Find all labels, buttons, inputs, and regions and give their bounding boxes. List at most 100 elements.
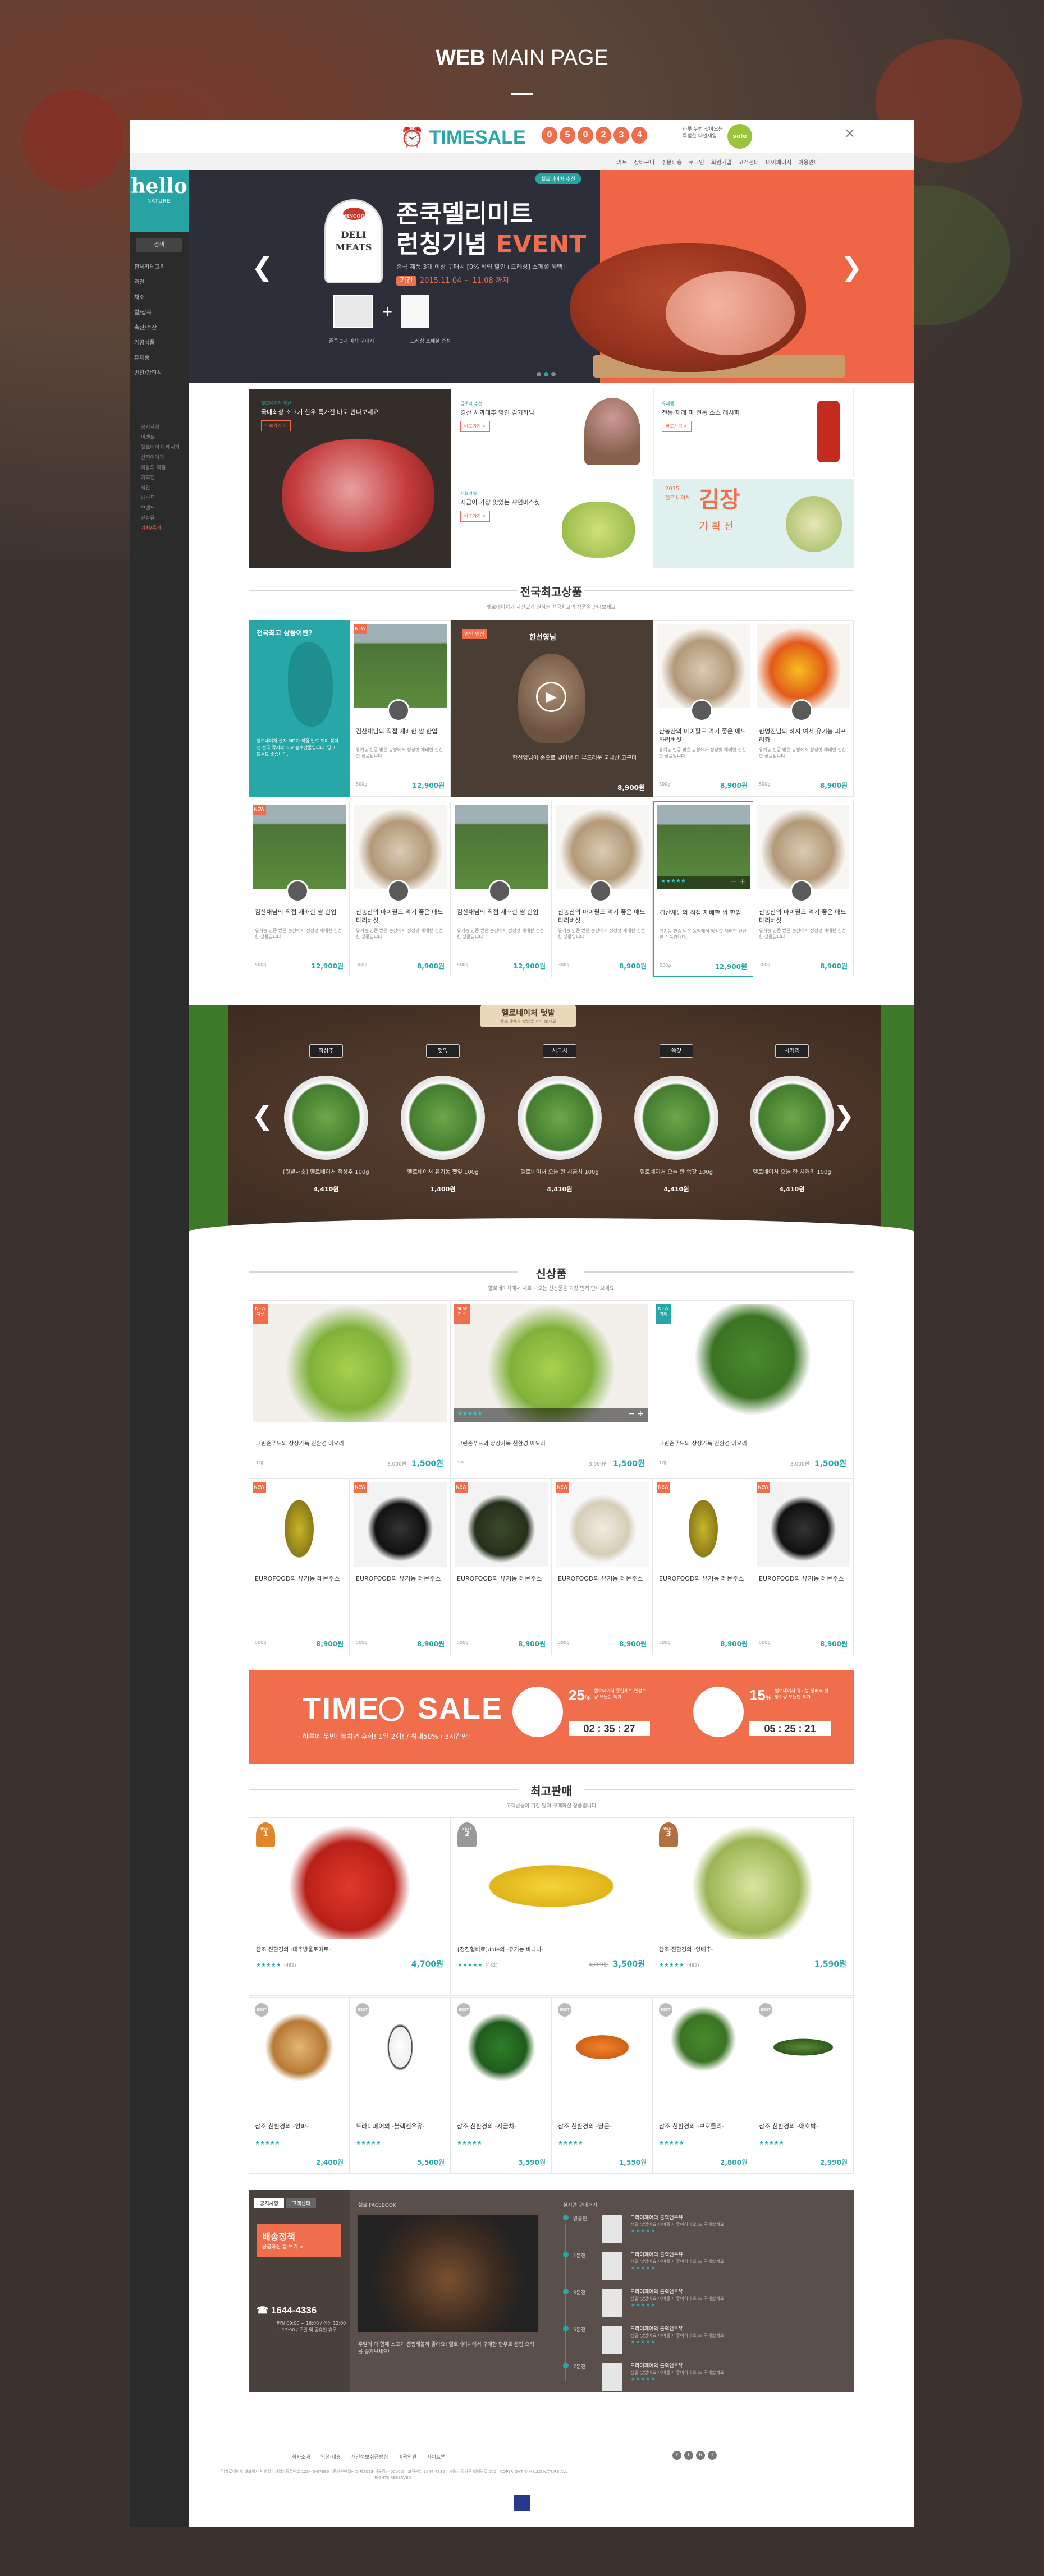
pagination-dot[interactable] [544, 372, 548, 376]
pagination-dot[interactable] [537, 372, 541, 376]
pagination-dot[interactable] [551, 372, 556, 376]
product-card[interactable]: NEW EUROFOOD의 유기농 레몬주스 500g 8,900원 [653, 1478, 754, 1655]
sidebar-item[interactable]: 쌀/잡곡 [134, 305, 187, 320]
util-link[interactable]: 주문배송 [661, 158, 682, 166]
new-product-card[interactable]: NEW 기획 그린존푸드의 상상가득 친환경 아오리 1개 3,000원 1,5… [652, 1300, 854, 1477]
sidebar-subitem[interactable]: 헬로네이처 레시피 [141, 443, 186, 453]
hero-next-arrow[interactable]: ❯ [841, 254, 863, 280]
review-row[interactable]: 방금전 드라이페어의 블랙앤우유 정말 맛있어요 아이들이 좋아하네요 또 구매할게… [563, 2215, 844, 2247]
facebook-feed[interactable]: 헬로 FACEBOOK 주말에 다 함께 소고기 캠핑해볼까 좋아요! 헬로네이… [358, 2201, 538, 2381]
footer-link[interactable]: 개인정보취급방침 [351, 2453, 388, 2460]
sidebar-item[interactable]: 과일 [134, 275, 187, 290]
card-quick-tools[interactable]: ★★★★★ − + [657, 876, 750, 889]
product-card[interactable]: NEW EUROFOOD의 유기농 레몬주스 500g 8,900원 [451, 1478, 552, 1655]
timesale-item[interactable]: 25% 헬로네이처 종합세트 한정수량 오늘만 특가 02 : 35 : 27 [512, 1687, 650, 1748]
twitter-icon[interactable]: t [684, 2451, 693, 2460]
timesale-item[interactable]: 15% 헬로네이처 유기농 양배추 한정수량 오늘만 특가 05 : 25 : … [693, 1687, 831, 1748]
sidebar-item[interactable]: 가공식품 [134, 336, 187, 351]
blog-icon[interactable]: b [696, 2451, 705, 2460]
review-row[interactable]: 5분전 드라이페어의 블랙앤우유 정말 맛있어요 아이들이 좋아하네요 또 구매할게… [563, 2326, 844, 2358]
promo-kimjang[interactable]: 2015 헬로 네이처 김장 기 획 전 [653, 479, 854, 568]
promo-grapes[interactable]: 제철과일 지금이 가장 맛있는 샤인머스켓 바로가기 > [452, 479, 652, 568]
promo-farmer[interactable]: 금주의 추천 경산 사과대추 명인 김기하님 바로가기 > [452, 389, 652, 477]
product-card[interactable]: 한명진님의 하지 여서 유기농 파프리카 유기농 인증 받은 농장에서 정성껏 … [753, 620, 854, 797]
sidebar-item[interactable]: 반찬/간편식 [134, 366, 187, 381]
timesale-product-icon[interactable]: sale [727, 124, 752, 149]
util-link[interactable]: 로그인 [689, 158, 704, 166]
sidebar-subitem[interactable]: 신상품 [141, 513, 186, 524]
close-icon[interactable]: × [844, 125, 855, 141]
sidebar-search-button[interactable]: 검색 [136, 238, 182, 252]
video-card[interactable]: 명인 영상 한선영님 ▶ 한선영님이 손으로 빚어낸 더 부드러운 국내산 고구… [451, 620, 653, 797]
product-card[interactable]: 산농산의 마이필드 먹기 좋은 애느타리버섯 유기농 인증 받은 농장에서 정성… [552, 801, 653, 977]
product-card[interactable]: NEW EUROFOOD의 유기농 레몬주스 500g 8,900원 [350, 1478, 451, 1655]
sidebar-item[interactable]: 전체카테고리 [134, 260, 187, 275]
util-link[interactable]: 회원가입 [711, 158, 732, 166]
util-link[interactable]: 마이페이지 [766, 158, 791, 166]
promo-beef[interactable]: 헬로네이처 축산 국내최상 소고기 한우 특가전 바로 만나보세요 바로가기 > [249, 389, 451, 568]
review-row[interactable]: 7분전 드라이페어의 블랙앤우유 정말 맛있어요 아이들이 좋아하네요 또 구매할게… [563, 2363, 844, 2395]
quantity-stepper[interactable]: − + [628, 1409, 644, 1418]
delivery-policy-button[interactable]: 배송정책 궁금하신 점 보기 > [257, 2224, 341, 2257]
timesale-bar[interactable]: ⏰ TIMESALE 0 5 0 2 3 4 하루 두번 찾아오는 특별한 타임… [130, 120, 914, 153]
sidebar-subitem[interactable]: 이벤트 [141, 433, 186, 443]
instagram-icon[interactable]: i [708, 2451, 717, 2460]
product-card[interactable]: NEW 김산채님의 직접 재배한 쌈 한입 유기농 인증 받은 농장에서 정성껏… [249, 801, 350, 977]
garden-next-arrow[interactable]: ❯ [833, 1100, 855, 1131]
sidebar-subitem[interactable]: 브랜드 [141, 503, 186, 513]
product-card[interactable]: BEST 참조 친환경의 -양파- ★★★★★ 2,400원 [249, 1997, 350, 2174]
site-logo[interactable]: hello NATURE [130, 170, 189, 232]
promo-more-link[interactable]: 바로가기 > [460, 421, 490, 432]
util-link[interactable]: 고객센터 [738, 158, 759, 166]
product-card[interactable]: 김산채님의 직접 재배한 쌈 한입 유기농 인증 받은 농장에서 정성껏 재배한… [451, 801, 552, 977]
product-card[interactable]: BEST 참조 친환경의 -브로콜리- ★★★★★ 2,800원 [653, 1997, 754, 2174]
sidebar-subitem[interactable]: 기획/특가 [141, 524, 186, 534]
sidebar-subitem[interactable]: 식단 [141, 483, 186, 493]
product-card[interactable]: BEST 참조 친환경의 -애호박- ★★★★★ 2,990원 [753, 1997, 854, 2174]
product-card[interactable]: NEW EUROFOOD의 유기농 레몬주스 500g 8,900원 [249, 1478, 350, 1655]
review-row[interactable]: 3분전 드라이페어의 블랙앤우유 정말 맛있어요 아이들이 좋아하네요 또 구매할게… [563, 2289, 844, 2321]
sidebar-subitem[interactable]: 이달의 제철 [141, 463, 186, 473]
product-card[interactable]: 산농산의 마이필드 먹기 좋은 애느타리버섯 유기농 인증 받은 농장에서 정성… [753, 801, 854, 977]
product-card-selected[interactable]: ★★★★★ − + 김산채님의 직접 재배한 쌈 한입 유기농 인증 받은 농장에… [653, 801, 754, 977]
product-card[interactable]: 산농산의 마이필드 먹기 좋은 애느타리버섯 유기농 인증 받은 농장에서 정성… [653, 620, 754, 797]
util-link[interactable]: 이용안내 [798, 158, 819, 166]
product-card[interactable]: BEST 참조 친환경의 -시금치- ★★★★★ 3,590원 [451, 1997, 552, 2174]
footer-link[interactable]: 사이트맵 [427, 2453, 445, 2460]
quantity-stepper[interactable]: − + [730, 877, 746, 886]
product-card[interactable]: NEW 김산채님의 직접 재배한 쌈 한입 유기농 인증 받은 농장에서 정성껏… [350, 620, 451, 797]
new-product-card[interactable]: NEW 하루 그린존푸드의 상상가득 친환경 아오리 1개 3,000원 1,5… [249, 1300, 451, 1477]
sidebar-subitem[interactable]: 기획전 [141, 473, 186, 483]
best-product-card[interactable]: BEST 1 참조 친환경의 -대추방울토마토- ★★★★★ (482) 4,70… [249, 1817, 451, 1996]
best-product-card[interactable]: BEST 3 참조 친환경의 -양배추- ★★★★★ (482) 1,590원 [652, 1817, 854, 1996]
info-card[interactable]: 전국최고 상품이란? 헬로네이처 산지 MD가 직접 발로 뛰며 찾아낸 전국 … [249, 620, 350, 797]
product-card[interactable]: BEST 드라이페어의 -블랙앤우유- ★★★★★ 5,500원 [350, 1997, 451, 2174]
util-link[interactable]: 카트 [617, 158, 627, 166]
product-card[interactable]: NEW EUROFOOD의 유기농 레몬주스 500g 8,900원 [753, 1478, 854, 1655]
facebook-icon[interactable]: f [672, 2451, 681, 2460]
sidebar-item[interactable]: 채소 [134, 290, 187, 305]
util-link[interactable]: 장바구니 [634, 158, 654, 166]
garden-prev-arrow[interactable]: ❮ [251, 1100, 273, 1131]
footer-link[interactable]: 이용약관 [398, 2453, 416, 2460]
promo-more-link[interactable]: 바로가기 > [662, 421, 692, 432]
sidebar-item[interactable]: 유제품 [134, 351, 187, 366]
sidebar-item[interactable]: 축산/수산 [134, 320, 187, 336]
tab-cs[interactable]: 고객센터 [286, 2198, 317, 2208]
footer-link[interactable]: 회사소개 [292, 2453, 310, 2460]
sidebar-subitem[interactable]: 산지이야기 [141, 453, 186, 463]
product-card[interactable]: 산농산의 마이필드 먹기 좋은 애느타리버섯 유기농 인증 받은 농장에서 정성… [350, 801, 451, 977]
promo-sauce[interactable]: 유제품 전통 재래 마 전통 소스 레시피 바로가기 > [653, 389, 854, 477]
product-card[interactable]: BEST 참조 친환경의 -당근- ★★★★★ 1,550원 [552, 1997, 653, 2174]
hero-banner[interactable]: 헬로네이처 추천 JOHNCOOK DELI MEATS 존쿡델리미트 런칭기념 EV… [189, 170, 914, 383]
card-quick-tools[interactable]: ★★★★★ − + [454, 1408, 648, 1422]
tab-notice[interactable]: 공지사항 [254, 2198, 285, 2208]
sidebar-subitem[interactable]: 공지사항 [141, 423, 186, 433]
sidebar-subitem[interactable]: 베스트 [141, 493, 186, 503]
timesale-banner[interactable]: TIME SALE 하루에 두번! 놓치면 후회! 1일 2회! / 최대50%… [249, 1670, 854, 1764]
best-product-card[interactable]: BEST 2 [정진협비료]dole의 -유기농 바나나- ★★★★★ (482)… [450, 1817, 652, 1996]
review-row[interactable]: 1분전 드라이페어의 블랙앤우유 정말 맛있어요 아이들이 좋아하네요 또 구매할게… [563, 2252, 844, 2284]
footer-link[interactable]: 입점·제휴 [320, 2453, 341, 2460]
promo-more-link[interactable]: 바로가기 > [261, 420, 291, 431]
new-product-card-selected[interactable]: NEW 하루 ★★★★★ − + 그린존푸드의 상상가득 친환경 아오리 1개 3… [450, 1300, 652, 1477]
